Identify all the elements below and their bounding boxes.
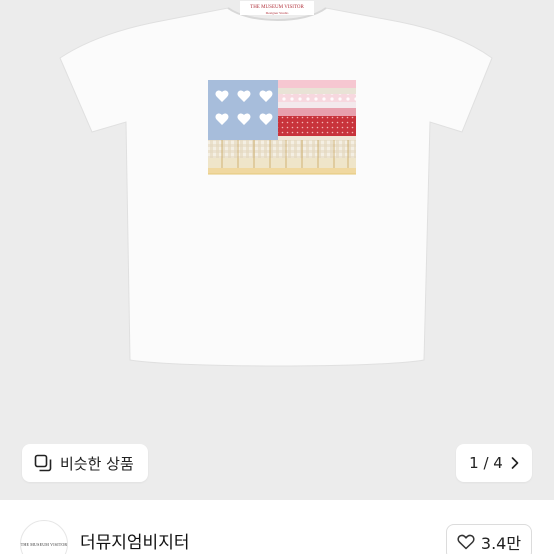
- heart-outline-icon: [457, 534, 475, 550]
- flag-patch: [208, 80, 356, 175]
- neck-tag-sub: Designer Studio: [266, 11, 289, 15]
- gallery-page-text: 1 / 4: [469, 454, 503, 472]
- seller-name[interactable]: 더뮤지엄비지터: [80, 528, 189, 553]
- seller-avatar[interactable]: THE MUSEUM VISITOR: [20, 520, 68, 554]
- seller-avatar-logo: THE MUSEUM VISITOR: [20, 541, 68, 547]
- gallery-page-indicator[interactable]: 1 / 4: [456, 444, 532, 482]
- product-image[interactable]: THE MUSEUM VISITOR Designer Studio: [0, 0, 554, 500]
- neck-tag-brand: THE MUSEUM VISITOR: [250, 5, 304, 10]
- tshirt-illustration: THE MUSEUM VISITOR Designer Studio: [59, 1, 493, 367]
- similar-items-icon: [34, 454, 52, 472]
- product-detail-screen: THE MUSEUM VISITOR Designer Studio 비슷한 상…: [0, 0, 554, 554]
- tshirt-body: [59, 7, 493, 367]
- seller-row: THE MUSEUM VISITOR 더뮤지엄비지터 3.4만: [0, 500, 554, 554]
- similar-items-button[interactable]: 비슷한 상품: [22, 444, 148, 482]
- like-count: 3.4만: [480, 534, 522, 553]
- chevron-right-icon: [511, 457, 519, 469]
- similar-items-label: 비슷한 상품: [60, 454, 134, 473]
- like-button[interactable]: 3.4만: [446, 524, 532, 554]
